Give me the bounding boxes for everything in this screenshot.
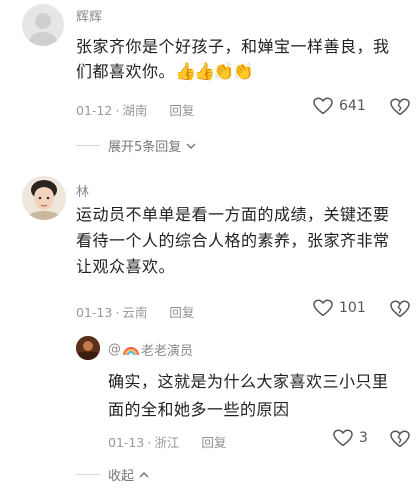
- divider: [76, 474, 100, 475]
- emoji-clap-thumbs: 👍👍👏👏: [175, 62, 254, 82]
- expand-replies-label: 展开5条回复: [108, 140, 182, 155]
- comment-date: 01-12: [76, 103, 113, 118]
- reply-date: 01-13: [108, 435, 145, 450]
- like-button[interactable]: 641: [313, 97, 366, 115]
- reply-text-line: 面的全和她多一些的原因: [108, 400, 290, 419]
- divider: [76, 145, 100, 146]
- dislike-button[interactable]: [390, 300, 410, 322]
- rainbow-icon: [123, 346, 139, 355]
- comment-text-line: 让观众喜欢。: [76, 257, 176, 276]
- comment-meta: 01-12 · 湖南 回复: [76, 103, 195, 118]
- like-count: 3: [359, 430, 368, 446]
- like-button[interactable]: 101: [313, 299, 366, 317]
- dislike-button[interactable]: [390, 430, 410, 452]
- reply-username-text: 老老演员: [141, 344, 194, 359]
- collapse-replies-button[interactable]: 收起: [108, 465, 150, 484]
- expand-replies-button[interactable]: 展开5条回复: [108, 136, 197, 155]
- comment-text-line: 运动员不单单是看一方面的成绩，关键还要: [76, 205, 390, 224]
- reply-button[interactable]: 回复: [169, 305, 194, 320]
- reply-comment: @ 老老演员 确实，这就是为什么大家喜欢三小只里 面的全和她多一些的原因 01-…: [0, 332, 419, 489]
- comment-1: 辉辉 张家齐你是个好孩子，和婵宝一样善良，我 们都喜欢你。👍👍👏👏 01-12 ·…: [0, 0, 419, 160]
- comment-location: 云南: [122, 305, 148, 320]
- dislike-button[interactable]: [390, 98, 410, 120]
- avatar[interactable]: [22, 176, 66, 220]
- broken-heart-icon: [390, 300, 410, 318]
- reply-username-prefix: @: [108, 342, 121, 357]
- comment-location: 湖南: [122, 103, 148, 118]
- reply-text: 确实，这就是为什么大家喜欢三小只里 面的全和她多一些的原因: [108, 368, 408, 424]
- reply-button[interactable]: 回复: [169, 103, 194, 118]
- comment-text-line: 们都喜欢你。👍👍👏👏: [76, 62, 254, 82]
- reply-location: 浙江: [154, 435, 180, 450]
- heart-outline-icon: [313, 299, 333, 317]
- heart-outline-icon: [333, 429, 353, 447]
- comment-username[interactable]: 辉辉: [76, 6, 102, 25]
- comment-username[interactable]: 林: [76, 181, 89, 200]
- comment-meta: 01-13 · 云南 回复: [76, 305, 195, 320]
- reply-text-line: 确实，这就是为什么大家喜欢三小只里: [108, 372, 389, 391]
- comment-date: 01-13: [76, 305, 113, 320]
- like-count: 101: [339, 300, 366, 316]
- reply-button[interactable]: 回复: [201, 435, 226, 450]
- like-count: 641: [339, 98, 366, 114]
- comment-text-line: 张家齐你是个好孩子，和婵宝一样善良，我: [76, 37, 390, 56]
- avatar[interactable]: [22, 4, 64, 46]
- avatar[interactable]: [76, 336, 100, 360]
- reply-meta: 01-13 · 浙江 回复: [108, 435, 227, 450]
- like-button[interactable]: 3: [333, 429, 368, 447]
- reply-username[interactable]: @ 老老演员: [108, 340, 193, 359]
- broken-heart-icon: [390, 98, 410, 116]
- comment-text-line: 看待一个人的综合人格的素养，张家齐非常: [76, 231, 390, 250]
- comment-text: 张家齐你是个好孩子，和婵宝一样善良，我 们都喜欢你。👍👍👏👏: [76, 34, 411, 85]
- heart-outline-icon: [313, 97, 333, 115]
- chevron-down-icon: [186, 142, 196, 149]
- collapse-replies-label: 收起: [108, 469, 135, 484]
- comment-text: 运动员不单单是看一方面的成绩，关键还要 看待一个人的综合人格的素养，张家齐非常 …: [76, 202, 416, 280]
- chevron-up-icon: [139, 471, 149, 478]
- broken-heart-icon: [390, 430, 410, 448]
- comment-2: 林 运动员不单单是看一方面的成绩，关键还要 看待一个人的综合人格的素养，张家齐非…: [0, 170, 419, 330]
